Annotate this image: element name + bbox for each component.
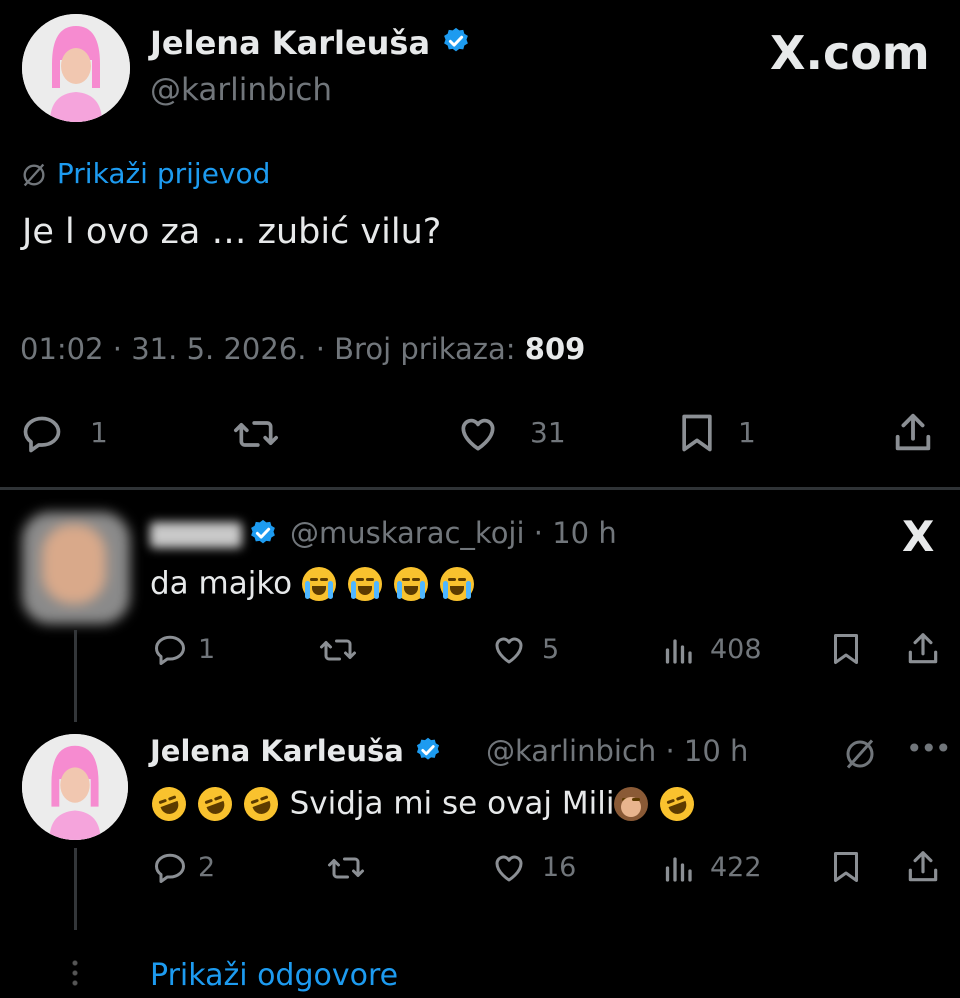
views-button[interactable] [660, 850, 696, 886]
bookmark-button[interactable] [675, 410, 719, 456]
views-count: 408 [710, 634, 762, 665]
views-label: Broj prikaza: [334, 332, 516, 366]
share-icon [908, 633, 938, 664]
reply-text: Svidja mi se ovaj Mili [289, 785, 615, 822]
reply-button[interactable] [152, 632, 188, 668]
reply-time[interactable]: 10 h [552, 516, 617, 550]
reply-text: da majko [150, 565, 293, 602]
x-com-watermark: X.com [770, 26, 930, 80]
bookmark-button[interactable] [828, 848, 864, 886]
rolling-on-floor-laughing-icon [147, 781, 191, 826]
reply-text-row: da majko [150, 564, 476, 602]
thread-line [74, 848, 77, 930]
like-button[interactable] [490, 850, 528, 886]
reply-icon [155, 853, 185, 883]
reply-author-name[interactable]: Jelena Karleuša [150, 734, 442, 771]
see-no-evil-monkey-icon [614, 786, 649, 821]
thread-line [74, 630, 77, 722]
reply-button[interactable] [152, 850, 188, 886]
show-replies-link[interactable]: Prikaži odgovore [150, 958, 398, 993]
more-options-icon[interactable]: ••• [906, 732, 952, 765]
like-count: 31 [530, 416, 566, 449]
loudly-crying-face-icon [393, 566, 428, 601]
rolling-on-floor-laughing-icon [193, 781, 237, 826]
reply-button[interactable] [20, 412, 64, 456]
loudly-crying-face-icon [302, 566, 337, 601]
author-handle[interactable]: @karlinbich [150, 72, 332, 108]
like-count: 5 [542, 634, 560, 665]
reply-text-row: Svidja mi se ovaj Mili [147, 781, 700, 826]
author-avatar[interactable] [22, 734, 128, 840]
retweet-button[interactable] [326, 850, 366, 886]
share-button[interactable] [890, 410, 936, 456]
author-avatar[interactable] [22, 14, 130, 122]
bookmark-button[interactable] [828, 630, 864, 668]
reply-author-handle[interactable]: @karlinbich [486, 734, 656, 768]
author-name[interactable]: Jelena Karleuša [150, 24, 471, 64]
bookmark-icon [834, 634, 858, 664]
heart-icon [495, 855, 523, 882]
rolling-on-floor-laughing-icon [655, 781, 700, 826]
reply-handle-row: @muskarac_koji · 10 h [290, 516, 617, 550]
translate-row[interactable]: Prikaži prijevod [20, 157, 270, 190]
divider [0, 487, 960, 490]
loudly-crying-face-icon [347, 566, 382, 601]
retweet-icon [328, 857, 364, 879]
verified-badge-icon [414, 736, 442, 771]
bookmark-count: 1 [738, 416, 756, 449]
like-button[interactable] [455, 412, 501, 456]
thread-dots [72, 958, 78, 988]
analytics-icon [665, 857, 692, 882]
like-count: 16 [542, 852, 577, 883]
share-icon [908, 851, 938, 882]
tweet-date[interactable]: 31. 5. 2026. [131, 332, 306, 366]
views-count: 422 [710, 852, 762, 883]
share-icon [895, 413, 931, 451]
reply-time[interactable]: 10 h [684, 734, 749, 768]
bookmark-icon [682, 414, 712, 452]
tweet-time[interactable]: 01:02 [20, 332, 104, 366]
verified-badge-icon [441, 26, 471, 64]
blurred-avatar[interactable] [22, 512, 130, 624]
translate-link[interactable]: Prikaži prijevod [57, 157, 271, 190]
reply-count: 1 [90, 416, 108, 449]
retweet-button[interactable] [318, 632, 358, 668]
heart-icon [461, 418, 495, 451]
retweet-icon [233, 421, 278, 447]
views-button[interactable] [660, 632, 696, 668]
like-button[interactable] [490, 632, 528, 668]
blurred-display-name [150, 522, 242, 548]
tweet-meta: 01:02 · 31. 5. 2026. · Broj prikaza: 809 [20, 332, 586, 366]
reply-icon [23, 416, 61, 453]
globe-slash-icon[interactable] [842, 736, 878, 772]
reply-author-handle[interactable]: @muskarac_koji [290, 516, 525, 550]
x-logo-icon: X [902, 512, 935, 561]
retweet-button[interactable] [232, 412, 280, 456]
analytics-icon [665, 639, 692, 664]
tweet-text: Je l ovo za … zubić vilu? [22, 212, 442, 252]
globe-slash-icon [20, 161, 48, 189]
heart-icon [495, 637, 523, 664]
share-button[interactable] [904, 630, 942, 668]
retweet-icon [320, 639, 356, 661]
verified-badge-icon [248, 518, 278, 552]
views-count: 809 [524, 332, 586, 366]
reply-handle-row: @karlinbich · 10 h [486, 734, 749, 768]
reply-icon [155, 635, 185, 665]
loudly-crying-face-icon [439, 566, 474, 601]
rolling-on-floor-laughing-icon [238, 781, 283, 826]
bookmark-icon [834, 852, 858, 882]
reply-count: 2 [198, 852, 216, 883]
share-button[interactable] [904, 848, 942, 886]
reply-count: 1 [198, 634, 216, 665]
